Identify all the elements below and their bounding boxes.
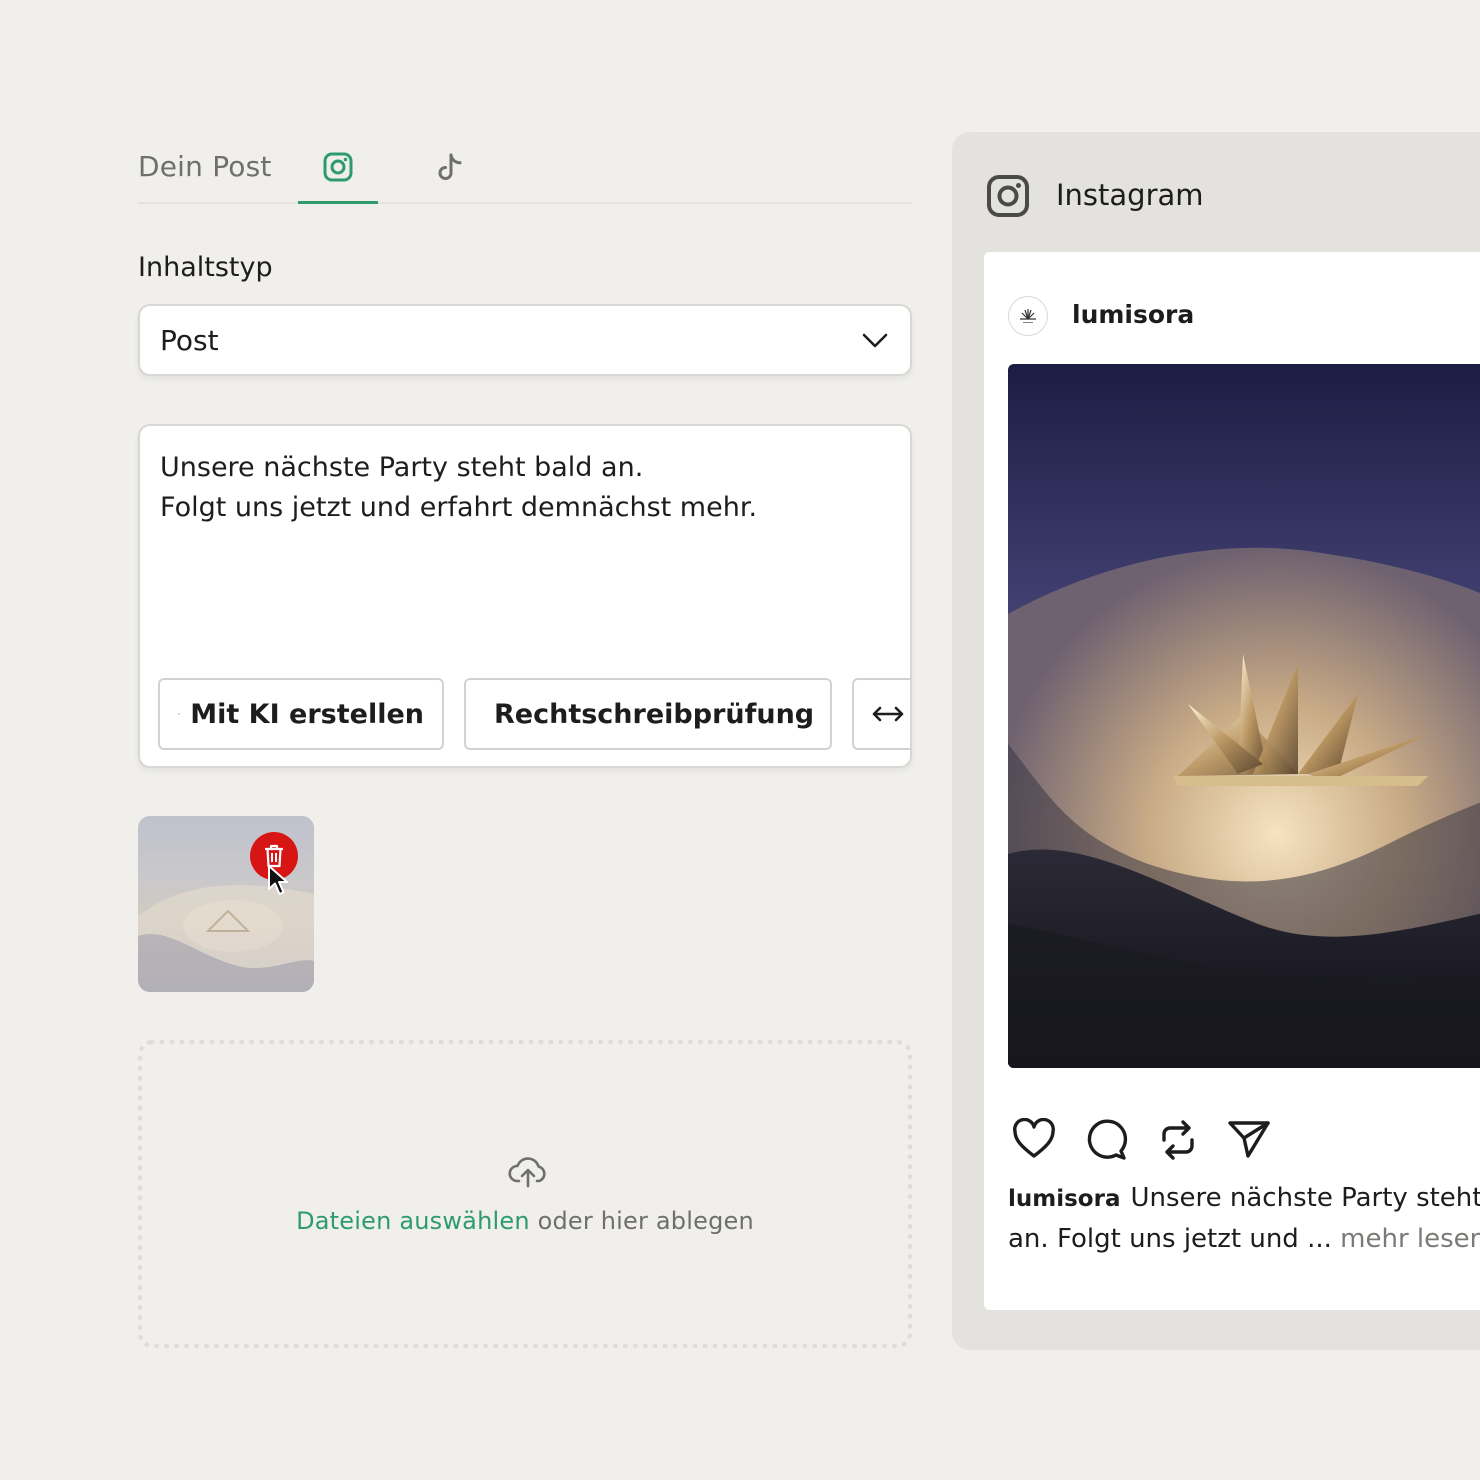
caption-line: an. Folgt uns jetzt und ... [1008, 1224, 1332, 1254]
lumisora-logo-icon [1020, 309, 1036, 323]
ai-generate-label: Mit KI erstellen [190, 698, 424, 730]
preview-title: Instagram [1056, 178, 1204, 212]
instagram-post-card: lumisora lumisora Unsere nächste Party s… [984, 252, 1480, 1310]
tab-tiktok[interactable] [410, 132, 490, 204]
post-text-line: Unsere nächste Party steht bald an. [160, 452, 644, 483]
post-username[interactable]: lumisora [1072, 300, 1194, 329]
read-more-link[interactable]: mehr lesen [1340, 1224, 1480, 1254]
post-text-editor[interactable]: Unsere nächste Party steht bald an. Folg… [138, 424, 912, 768]
dropzone-text: Dateien auswählen oder hier ablegen [143, 1207, 907, 1235]
chevron-down-icon [862, 333, 888, 348]
heart-icon[interactable] [1012, 1118, 1056, 1160]
share-icon[interactable] [1226, 1118, 1272, 1160]
cloud-upload-icon [508, 1157, 546, 1188]
tiktok-icon [438, 153, 462, 180]
mouse-cursor-icon [268, 865, 288, 895]
spellcheck-button[interactable]: Rechtschreibprüfung [464, 678, 832, 750]
platform-tabs: Dein Post [138, 132, 912, 204]
post-caption: lumisora Unsere nächste Party steht an. F… [1008, 1178, 1480, 1259]
choose-files-link[interactable]: Dateien auswählen [296, 1207, 530, 1235]
arrows-horizontal-icon [872, 706, 904, 722]
caption-username[interactable]: lumisora [1008, 1186, 1120, 1212]
content-type-value: Post [160, 324, 219, 357]
expand-button[interactable] [852, 678, 910, 750]
content-type-select[interactable]: Post [138, 304, 912, 376]
sparkle-icon [178, 713, 180, 715]
avatar [1008, 296, 1048, 336]
dropzone-hint: oder hier ablegen [529, 1207, 754, 1235]
instagram-icon [323, 152, 353, 181]
spellcheck-label: Rechtschreibprüfung [494, 698, 815, 730]
content-type-label: Inhaltstyp [138, 252, 273, 283]
desert-emblem-image [1008, 364, 1480, 1068]
comment-icon[interactable] [1084, 1118, 1128, 1160]
file-dropzone[interactable]: Dateien auswählen oder hier ablegen [138, 1040, 912, 1348]
post-text-line: Folgt uns jetzt und erfahrt demnächst me… [160, 492, 758, 523]
post-image [1008, 364, 1480, 1068]
post-text[interactable]: Unsere nächste Party steht bald an. Folg… [160, 448, 880, 528]
tab-instagram[interactable] [298, 132, 378, 204]
instagram-preview-panel: Instagram lumisora lumisora Unsere nächs… [952, 132, 1480, 1350]
instagram-icon [987, 175, 1029, 217]
caption-line: Unsere nächste Party steht [1130, 1183, 1480, 1213]
tab-dein-post[interactable]: Dein Post [138, 150, 272, 183]
ai-generate-button[interactable]: Mit KI erstellen [158, 678, 444, 750]
repost-icon[interactable] [1156, 1118, 1200, 1162]
